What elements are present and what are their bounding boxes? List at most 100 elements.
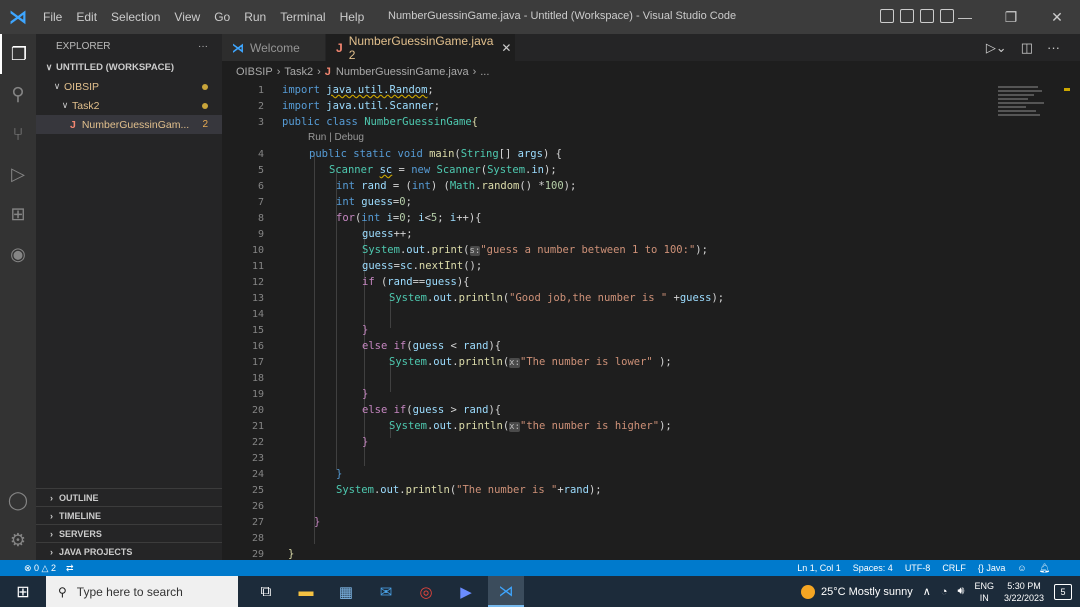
clock-time: 5:30 PM xyxy=(1007,580,1041,591)
menu-go[interactable]: Go xyxy=(207,10,237,24)
problems-indicator[interactable]: ⊗ 0 △ 2 xyxy=(24,563,56,574)
mail-icon[interactable]: ✉ xyxy=(368,576,404,607)
code-line: 5 Scanner sc = new Scanner(System.in); xyxy=(222,162,1022,178)
tab-welcome[interactable]: ⋊ Welcome xyxy=(222,34,326,61)
code-line: 21 System.out.println(x:"the number is h… xyxy=(222,418,1022,434)
code-text: int guess=0; xyxy=(336,196,412,208)
file-row[interactable]: J NumberGuessinGam... 2 xyxy=(36,115,222,134)
menu-selection[interactable]: Selection xyxy=(104,10,167,24)
remote-icon[interactable]: ⇄ xyxy=(66,563,74,574)
breadcrumb-item[interactable]: ... xyxy=(480,66,489,78)
windows-start-icon[interactable]: ⊞ xyxy=(0,582,46,602)
menu-edit[interactable]: Edit xyxy=(69,10,104,24)
folder-label: OIBSIP xyxy=(64,80,100,93)
toggle-sidebar-icon[interactable] xyxy=(880,9,894,23)
breadcrumb-item[interactable]: OIBSIP xyxy=(236,66,273,78)
tab-numberguessingame[interactable]: J NumberGuessinGame.java 2 ✕ xyxy=(326,34,516,62)
section-outline[interactable]: › OUTLINE xyxy=(36,488,222,506)
code-line: 17 System.out.println(x:"The number is l… xyxy=(222,354,1022,370)
run-java-icon[interactable]: ▷⌄ xyxy=(986,40,1007,56)
breadcrumb-item[interactable]: NumberGuessinGame.java xyxy=(336,66,469,78)
section-timeline[interactable]: › TIMELINE xyxy=(36,506,222,524)
code-text: System.out.println("The number is "+rand… xyxy=(336,484,602,496)
input-language[interactable]: ENG IN xyxy=(974,580,994,604)
account-icon[interactable]: ◯ xyxy=(0,480,36,520)
section-java-projects[interactable]: › JAVA PROJECTS xyxy=(36,542,222,560)
taskbar-search-box[interactable]: ⚲ Type here to search xyxy=(46,576,238,607)
line-number: 20 xyxy=(251,404,264,416)
workspace-row[interactable]: ∨ UNTITLED (WORKSPACE) xyxy=(36,58,222,77)
code-line: 1 import java.util.Random; xyxy=(222,82,1022,98)
file-explorer-icon[interactable]: ▬ xyxy=(288,576,324,607)
code-editor[interactable]: 1 import java.util.Random; 2 import java… xyxy=(222,82,1062,560)
chevron-down-icon: ∨ xyxy=(45,62,53,72)
language-mode[interactable]: {} Java xyxy=(978,563,1006,574)
microsoft-store-icon[interactable]: ▦ xyxy=(328,576,364,607)
line-number: 27 xyxy=(251,516,264,528)
chevron-down-icon: ∨ xyxy=(61,100,69,110)
restore-icon[interactable]: ❐ xyxy=(988,0,1034,34)
line-number: 12 xyxy=(251,276,264,288)
source-control-icon[interactable]: ⑂ xyxy=(0,114,36,154)
show-hidden-icons-icon[interactable]: ∧ xyxy=(923,585,931,598)
menu-run[interactable]: Run xyxy=(237,10,273,24)
git-graph-icon[interactable]: ◉ xyxy=(0,234,36,274)
extensions-icon[interactable]: ⊞ xyxy=(0,194,36,234)
explorer-title: EXPLORER xyxy=(56,40,111,52)
volume-icon[interactable]: 🔊︎ xyxy=(958,585,965,598)
network-icon[interactable]: ◔ xyxy=(941,586,948,598)
close-window-icon[interactable]: ✕ xyxy=(1034,0,1080,34)
settings-gear-icon[interactable]: ⚙ xyxy=(0,520,36,560)
code-line: 11 guess=sc.nextInt(); xyxy=(222,258,1022,274)
code-text: System.out.println("Good job,the number … xyxy=(389,292,725,304)
explorer-icon[interactable]: ❐ xyxy=(0,34,36,74)
feedback-icon[interactable]: ☺ xyxy=(1017,563,1026,574)
run-debug-codelens[interactable]: Run | Debug xyxy=(308,132,364,143)
notification-center-icon[interactable]: 5 xyxy=(1054,583,1072,600)
menu-view[interactable]: View xyxy=(167,10,207,24)
workspace-label: UNTITLED (WORKSPACE) xyxy=(56,62,175,73)
region-code: IN xyxy=(979,592,989,603)
indentation[interactable]: Spaces: 4 xyxy=(853,563,893,574)
minimap[interactable] xyxy=(998,86,1048,126)
section-label: TIMELINE xyxy=(59,510,101,521)
weather-widget[interactable]: 25°C Mostly sunny xyxy=(800,584,913,599)
more-actions-icon[interactable]: ··· xyxy=(1047,40,1060,56)
cursor-position[interactable]: Ln 1, Col 1 xyxy=(797,563,841,574)
code-line: 13 System.out.println("Good job,the numb… xyxy=(222,290,1022,306)
toggle-panel-icon[interactable] xyxy=(900,9,914,23)
breadcrumb-item[interactable]: Task2 xyxy=(284,66,313,78)
chrome-icon[interactable]: ◎ xyxy=(408,576,444,607)
parameter-hint: s: xyxy=(469,246,481,256)
encoding[interactable]: UTF-8 xyxy=(905,563,931,574)
taskbar-apps: ⧉ ▬ ▦ ✉ ◎ ▶ ⋊ xyxy=(248,576,524,607)
folder-row-task2[interactable]: ∨ Task2 xyxy=(36,96,222,115)
task-view-icon[interactable]: ⧉ xyxy=(248,576,284,607)
media-player-icon[interactable]: ▶ xyxy=(448,576,484,607)
close-tab-icon[interactable]: ✕ xyxy=(501,41,511,55)
run-debug-icon[interactable]: ▷ xyxy=(0,154,36,194)
code-text: System.out.println(x:"the number is high… xyxy=(389,420,672,432)
search-icon[interactable]: ⚲ xyxy=(0,74,36,114)
taskbar-clock[interactable]: 5:30 PM 3/22/2023 xyxy=(1004,580,1044,604)
split-editor-icon[interactable]: ◫ xyxy=(1021,40,1033,56)
modified-dot-icon xyxy=(202,102,208,109)
folder-row-oibsip[interactable]: ∨ OIBSIP xyxy=(36,77,222,96)
java-file-icon: J xyxy=(70,118,76,131)
toggle-secondary-sidebar-icon[interactable] xyxy=(920,9,934,23)
code-line: 4 public static void main(String[] args)… xyxy=(222,146,1022,162)
section-servers[interactable]: › SERVERS xyxy=(36,524,222,542)
notifications-bell-icon[interactable]: 🔔︎ xyxy=(1039,563,1050,574)
menu-help[interactable]: Help xyxy=(333,10,372,24)
line-number: 5 xyxy=(257,164,264,176)
code-line: 3 public class NumberGuessinGame{ xyxy=(222,114,1022,130)
vscode-taskbar-icon[interactable]: ⋊ xyxy=(488,576,524,607)
search-placeholder: Type here to search xyxy=(76,584,183,599)
menu-file[interactable]: File xyxy=(36,10,69,24)
line-number: 14 xyxy=(251,308,264,320)
line-ending[interactable]: CRLF xyxy=(942,563,966,574)
menu-terminal[interactable]: Terminal xyxy=(273,10,332,24)
explorer-more-icon[interactable]: ··· xyxy=(198,41,208,52)
line-number: 28 xyxy=(251,532,264,544)
minimize-icon[interactable]: — xyxy=(942,0,988,34)
